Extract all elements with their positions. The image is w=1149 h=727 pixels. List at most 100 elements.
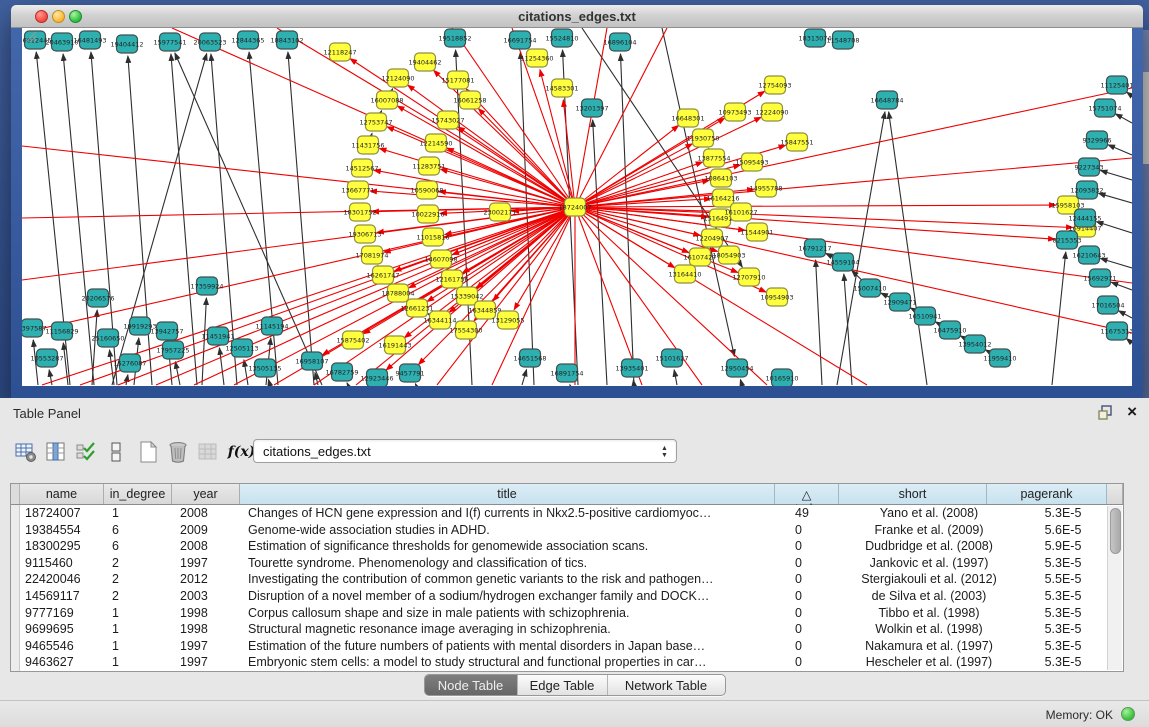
graph-edge[interactable] xyxy=(844,274,852,385)
graph-node[interactable]: 12124090 xyxy=(381,69,414,87)
graph-edge[interactable] xyxy=(575,88,1132,207)
function-builder-icon[interactable]: f(x) xyxy=(228,438,255,465)
graph-edge[interactable] xyxy=(347,383,348,385)
delete-table-icon[interactable] xyxy=(194,438,221,465)
graph-node[interactable]: 12950454 xyxy=(720,359,753,377)
graph-node[interactable]: 16648301 xyxy=(671,109,704,127)
delete-rows-icon[interactable] xyxy=(164,438,191,465)
table-row[interactable]: 1938455462009Genome-wide association stu… xyxy=(11,522,1123,539)
graph-edge[interactable] xyxy=(268,380,270,385)
graph-edge[interactable] xyxy=(1111,282,1132,290)
graph-edge[interactable] xyxy=(244,360,248,385)
graph-edge[interactable] xyxy=(575,207,718,251)
table-selector-dropdown[interactable]: citations_edges.txt ▲▼ xyxy=(253,439,677,463)
table-settings-icon[interactable] xyxy=(12,438,39,465)
column-header-title[interactable]: title xyxy=(240,484,775,504)
graph-node[interactable]: 18301752 xyxy=(343,203,376,221)
graph-node[interactable]: 10165910 xyxy=(765,369,798,386)
graph-node[interactable]: 15095493 xyxy=(735,153,768,171)
graph-node[interactable]: 12753747 xyxy=(359,113,392,131)
graph-edge[interactable] xyxy=(202,298,206,385)
graph-edge[interactable] xyxy=(1096,222,1132,233)
graph-node[interactable]: 14651568 xyxy=(513,349,546,367)
table-scrollbar[interactable] xyxy=(1107,506,1122,670)
graph-node[interactable]: 14607098 xyxy=(424,250,457,268)
graph-edge[interactable] xyxy=(126,375,128,385)
graph-edge[interactable] xyxy=(575,207,675,268)
table-row[interactable]: 1456911722003Disruption of a novel membe… xyxy=(11,588,1123,605)
graph-node[interactable]: 11125401 xyxy=(1100,76,1132,94)
table-row[interactable]: 911546021997Tourette syndrome. Phenomeno… xyxy=(11,555,1123,572)
new-table-icon[interactable] xyxy=(134,438,161,465)
show-columns-icon[interactable] xyxy=(42,438,69,465)
graph-node[interactable]: 14583301 xyxy=(545,79,578,97)
graph-node[interactable]: 13667771 xyxy=(341,181,374,199)
graph-node[interactable]: 11254360 xyxy=(520,49,553,67)
graph-node[interactable]: 15847551 xyxy=(780,133,813,151)
graph-node[interactable]: 17081974 xyxy=(355,246,388,264)
graph-node[interactable]: 12923446 xyxy=(360,369,393,386)
table-scrollbar-thumb[interactable] xyxy=(1110,508,1121,554)
graph-edge[interactable] xyxy=(674,370,677,385)
graph-edge[interactable] xyxy=(1100,258,1132,268)
table-row[interactable]: 946362711997Embryonic stem cells: a mode… xyxy=(11,654,1123,671)
graph-node[interactable]: 13164410 xyxy=(668,265,701,283)
graph-node[interactable]: 11675313 xyxy=(1100,322,1132,340)
graph-edge[interactable] xyxy=(128,56,152,385)
graph-edge[interactable] xyxy=(1115,114,1132,123)
graph-edge[interactable] xyxy=(63,343,68,385)
graph-node[interactable]: 13877554 xyxy=(697,149,730,167)
graph-edge[interactable] xyxy=(575,125,679,207)
table-row[interactable]: 2242004622012Investigating the contribut… xyxy=(11,571,1123,588)
graph-node[interactable]: 16191443 xyxy=(378,336,411,354)
float-panel-icon[interactable] xyxy=(1098,405,1113,420)
column-header-short[interactable]: short xyxy=(839,484,987,504)
graph-node[interactable]: 17359924 xyxy=(190,277,223,295)
close-panel-icon[interactable]: × xyxy=(1127,402,1137,422)
graph-edge[interactable] xyxy=(575,207,642,385)
graph-node[interactable]: 14512567 xyxy=(345,159,378,177)
graph-edge[interactable] xyxy=(175,362,180,385)
graph-node[interactable]: 16648784 xyxy=(870,91,903,109)
graph-node[interactable]: 10022916 xyxy=(411,205,444,223)
graph-node[interactable]: 15007410 xyxy=(853,279,886,297)
graph-node[interactable]: 19404462 xyxy=(408,53,441,71)
graph-node[interactable]: 11431756 xyxy=(351,136,384,154)
graph-edge[interactable] xyxy=(633,380,634,385)
column-header-year[interactable]: year xyxy=(172,484,240,504)
graph-edge[interactable] xyxy=(816,260,822,385)
graph-node[interactable]: 16261747 xyxy=(366,266,399,284)
graph-node[interactable]: 9227343 xyxy=(1075,158,1104,176)
graph-node[interactable]: 10864103 xyxy=(704,169,737,187)
graph-edge[interactable] xyxy=(1100,170,1132,180)
graph-edge[interactable] xyxy=(1099,193,1132,203)
tab-network-table[interactable]: Network Table xyxy=(608,675,725,695)
table-row[interactable]: 946554611997Estimation of the future num… xyxy=(11,638,1123,655)
graph-node[interactable]: 9397587 xyxy=(22,319,46,337)
select-all-icon[interactable] xyxy=(72,438,99,465)
graph-edge[interactable] xyxy=(522,370,527,385)
graph-node[interactable]: 12754093 xyxy=(758,76,791,94)
graph-node[interactable]: 9457791 xyxy=(396,364,425,382)
graph-node[interactable]: 15524810 xyxy=(545,29,578,47)
graph-node[interactable]: 10954903 xyxy=(760,288,793,306)
graph-node[interactable]: 9329966 xyxy=(1083,131,1112,149)
tab-node-table[interactable]: Node Table xyxy=(425,675,518,695)
graph-node[interactable]: 18843102 xyxy=(270,31,303,49)
graph-node[interactable]: 8215353 xyxy=(1053,231,1082,249)
graph-node[interactable]: 15692971 xyxy=(1083,269,1116,287)
column-header-name[interactable]: name xyxy=(20,484,104,504)
graph-node[interactable]: 25160650 xyxy=(91,329,124,347)
graph-node[interactable]: 12214590 xyxy=(419,134,452,152)
column-header-in_degree[interactable]: in_degree xyxy=(104,484,172,504)
graph-node[interactable]: 15101627 xyxy=(655,349,688,367)
graph-edge[interactable] xyxy=(1108,145,1132,155)
graph-edge[interactable] xyxy=(415,384,416,385)
graph-edge[interactable] xyxy=(1127,92,1132,96)
graph-node[interactable]: 12204907 xyxy=(695,229,728,247)
graph-edge[interactable] xyxy=(466,89,575,207)
graph-node[interactable]: 15177081 xyxy=(441,71,474,89)
graph-node[interactable]: 19404412 xyxy=(110,35,143,53)
graph-node[interactable]: 12224090 xyxy=(755,103,788,121)
graph-node[interactable]: 15276087 xyxy=(113,354,146,372)
